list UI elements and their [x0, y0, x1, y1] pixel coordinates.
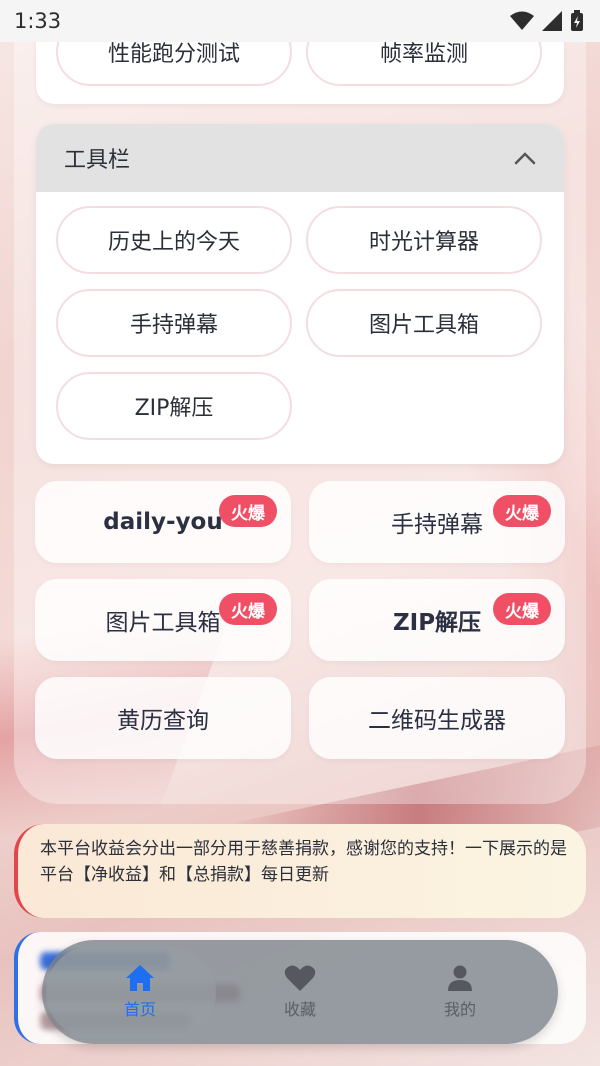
notice-text: 本平台收益会分出一部分用于慈善捐款，感谢您的支持！一下展示的是平台【净收益】和【…	[40, 839, 567, 885]
tool-item-image-toolbox[interactable]: 图片工具箱	[306, 289, 542, 357]
hot-badge: 火爆	[219, 495, 277, 527]
chevron-up-icon[interactable]	[514, 151, 536, 165]
hot-item-almanac[interactable]: 黄历查询	[35, 677, 291, 759]
battery-icon	[571, 10, 583, 31]
hot-item-handheld-danmaku[interactable]: 手持弹幕 火爆	[309, 481, 565, 563]
tool-item-label: ZIP解压	[134, 396, 214, 421]
hot-badge: 火爆	[493, 495, 551, 527]
nav-home[interactable]: 首页	[65, 940, 215, 1044]
nav-home-label: 首页	[123, 1000, 156, 1019]
bottom-nav-items: 首页 收藏 我的	[42, 940, 558, 1044]
hot-item-zip-extract[interactable]: ZIP解压 火爆	[309, 579, 565, 661]
nav-favorites-label: 收藏	[283, 1000, 316, 1019]
hot-badge: 火爆	[219, 593, 277, 625]
tool-item-label: 历史上的今天	[107, 230, 240, 255]
tool-item-time-calculator[interactable]: 时光计算器	[306, 206, 542, 274]
status-icons	[510, 10, 584, 32]
nav-favorites[interactable]: 收藏	[225, 940, 375, 1044]
hot-item-label: daily-you	[103, 509, 223, 535]
signal-icon	[542, 11, 562, 31]
status-bar: 1:33	[0, 0, 600, 42]
user-icon	[448, 965, 472, 991]
tool-item-zip-extract[interactable]: ZIP解压	[56, 372, 292, 440]
wifi-icon	[510, 11, 534, 30]
tool-item-label: 时光计算器	[368, 230, 479, 255]
hot-item-daily-you[interactable]: daily-you 火爆	[35, 481, 291, 563]
toolbar-header[interactable]: 工具栏	[36, 124, 564, 192]
nav-profile[interactable]: 我的	[385, 940, 535, 1044]
heart-icon	[284, 965, 316, 991]
charity-notice: 本平台收益会分出一部分用于慈善捐款，感谢您的支持！一下展示的是平台【净收益】和【…	[14, 824, 586, 918]
hot-item-qrcode-generator[interactable]: 二维码生成器	[309, 677, 565, 759]
tool-item-handheld-danmaku[interactable]: 手持弹幕	[56, 289, 292, 357]
nav-profile-label: 我的	[443, 1000, 476, 1019]
tool-item-label: 图片工具箱	[368, 313, 479, 338]
hot-item-label: 图片工具箱	[105, 610, 221, 636]
tool-item-label: 手持弹幕	[129, 313, 218, 338]
hot-item-label: 手持弹幕	[391, 512, 483, 538]
hot-badge: 火爆	[493, 593, 551, 625]
hot-item-label: 二维码生成器	[368, 708, 506, 734]
hot-item-label: 黄历查询	[117, 708, 209, 734]
status-time: 1:33	[14, 9, 62, 33]
toolbar-card: 工具栏 历史上的今天 时光计算器 手持弹幕 图片工具箱 ZIP解压	[36, 124, 564, 464]
home-icon	[126, 965, 154, 991]
hot-item-label: ZIP解压	[392, 610, 482, 636]
toolbar-title: 工具栏	[64, 148, 131, 173]
tool-item-history-today[interactable]: 历史上的今天	[56, 206, 292, 274]
hot-item-image-toolbox[interactable]: 图片工具箱 火爆	[35, 579, 291, 661]
